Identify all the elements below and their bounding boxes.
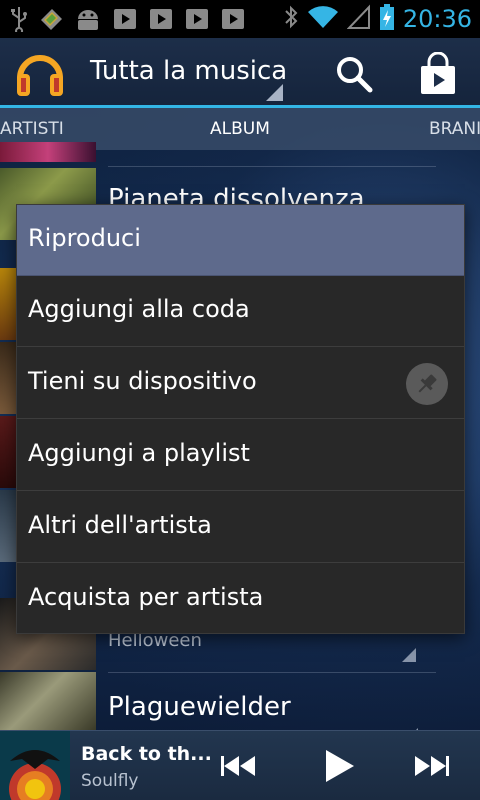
menu-item-add-to-queue[interactable]: Aggiungi alla coda xyxy=(17,276,464,347)
list-item[interactable] xyxy=(0,142,480,162)
menu-item-add-to-playlist[interactable]: Aggiungi a playlist xyxy=(17,420,464,491)
menu-item-label: Riproduci xyxy=(28,224,141,252)
menu-item-label: Aggiungi alla coda xyxy=(28,295,250,323)
bluetooth-icon xyxy=(283,4,299,34)
tab-artists[interactable]: ARTISTI xyxy=(0,119,64,139)
menu-item-label: Tieni su dispositivo xyxy=(28,367,257,395)
now-playing-title: Back to th... xyxy=(81,743,212,765)
dropdown-indicator-icon xyxy=(266,84,283,101)
usb-icon xyxy=(10,6,28,32)
album-cover xyxy=(0,268,16,340)
overflow-menu-icon[interactable] xyxy=(402,648,416,662)
album-title: Plaguewielder xyxy=(108,692,291,722)
previous-track-icon[interactable] xyxy=(218,745,260,787)
play-store-notification-icon xyxy=(220,6,246,32)
menu-item-label: Acquista per artista xyxy=(28,583,264,611)
menu-item-keep-on-device[interactable]: Tieni su dispositivo xyxy=(17,348,464,419)
search-icon[interactable] xyxy=(334,54,374,94)
sd-card-icon xyxy=(38,6,64,32)
play-store-notification-icon xyxy=(148,6,174,32)
battery-charging-icon xyxy=(379,3,395,35)
shop-icon[interactable] xyxy=(416,51,460,96)
now-playing-album-art[interactable] xyxy=(0,731,70,800)
menu-item-label: Altri dell'artista xyxy=(28,511,212,539)
library-dropdown-title[interactable]: Tutta la musica xyxy=(90,56,287,86)
menu-item-label: Aggiungi a playlist xyxy=(28,439,250,467)
album-cover xyxy=(0,342,16,414)
signal-icon xyxy=(346,4,371,34)
android-icon xyxy=(74,7,102,31)
status-time: 20:36 xyxy=(402,5,472,33)
now-playing-artist: Soulfly xyxy=(81,771,139,791)
album-cover xyxy=(0,416,16,488)
play-music-app-icon[interactable] xyxy=(14,48,66,98)
play-store-notification-icon xyxy=(184,6,210,32)
tab-songs[interactable]: BRANI xyxy=(429,119,480,139)
tab-album[interactable]: ALBUM xyxy=(210,119,270,139)
album-context-menu: Riproduci Aggiungi alla coda Tieni su di… xyxy=(16,204,465,634)
wifi-icon xyxy=(307,4,339,34)
next-track-icon[interactable] xyxy=(410,745,452,787)
divider xyxy=(108,166,436,167)
menu-item-play[interactable]: Riproduci xyxy=(17,205,464,276)
status-bar: 20:36 xyxy=(0,0,480,38)
menu-item-more-by-artist[interactable]: Altri dell'artista xyxy=(17,492,464,563)
play-icon[interactable] xyxy=(318,745,360,787)
now-playing-bar[interactable]: Back to th... Soulfly xyxy=(0,730,480,800)
action-bar: Tutta la musica xyxy=(0,38,480,108)
album-cover xyxy=(0,490,16,562)
pin-icon[interactable] xyxy=(406,363,448,405)
album-cover xyxy=(0,142,96,162)
menu-item-shop-artist[interactable]: Acquista per artista xyxy=(17,564,464,635)
play-store-notification-icon xyxy=(112,6,138,32)
